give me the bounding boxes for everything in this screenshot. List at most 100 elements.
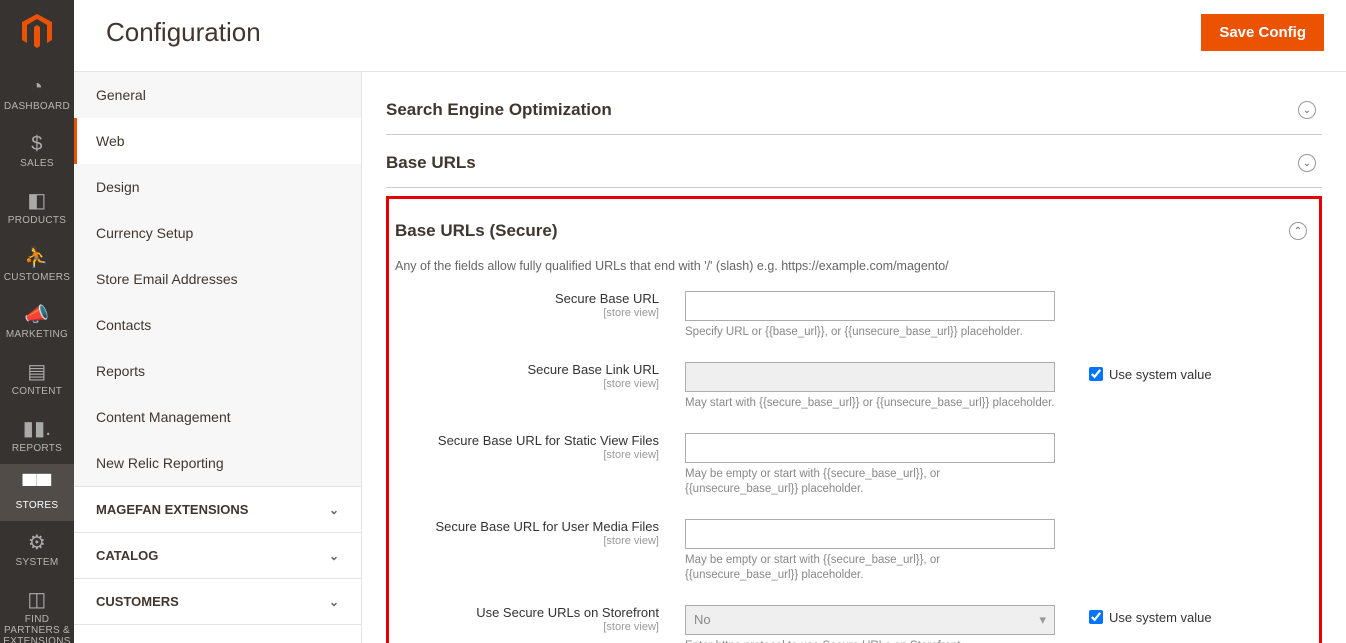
sidebar-item-store-email-addresses[interactable]: Store Email Addresses (74, 256, 361, 302)
nav-sales[interactable]: $ SALES (0, 122, 74, 179)
sidebar-group-magefan-extensions[interactable]: MAGEFAN EXTENSIONS ⌄ (74, 486, 361, 532)
field-label: Use Secure URLs on Storefront (476, 605, 659, 620)
sidebar-item-design[interactable]: Design (74, 164, 361, 210)
nav-content[interactable]: ▤ CONTENT (0, 350, 74, 407)
form-row-2: Secure Base URL for Static View Files[st… (395, 433, 1313, 497)
nav-stores[interactable]: ▀▀ STORES (0, 464, 74, 521)
field-scope: [store view] (395, 307, 659, 319)
input-0[interactable] (685, 291, 1055, 321)
chevron-down-icon: ⌄ (329, 503, 339, 517)
sidebar-group-customers[interactable]: CUSTOMERS ⌄ (74, 578, 361, 624)
chevron-down-icon: ⌄ (329, 595, 339, 609)
select-value: No (694, 612, 711, 627)
field-help: May be empty or start with {{secure_base… (685, 553, 1055, 583)
admin-left-nav: ◔ DASHBOARD $ SALES ◧ PRODUCTS ⛹ CUSTOMERS 📣 MARK… (0, 0, 74, 643)
page-title: Configuration (106, 17, 1201, 48)
nav-partners[interactable]: ◫FIND PARTNERS & EXTENSIONS (0, 578, 74, 643)
section-note: Any of the fields allow fully qualified … (395, 247, 1313, 291)
stores-icon: ▀▀ (0, 476, 74, 496)
marketing-icon: 📣 (0, 305, 74, 325)
field-help: Enter https protocol to use Secure URLs … (685, 639, 1055, 643)
config-sidebar: GeneralWebDesignCurrency SetupStore Emai… (74, 72, 362, 643)
input-1 (685, 362, 1055, 392)
page-header: Configuration Save Config (74, 0, 1346, 72)
magento-logo[interactable] (0, 0, 74, 65)
nav-label: DASHBOARD (0, 101, 74, 112)
nav-reports[interactable]: ▮▮. REPORTS (0, 407, 74, 464)
sales-icon: $ (0, 134, 74, 154)
use-system-value-wrap: Use system value (1055, 605, 1212, 625)
content-icon: ▤ (0, 362, 74, 382)
chevron-down-icon: ⌄ (329, 549, 339, 563)
sidebar-group-sales[interactable]: SALES⌄ (74, 624, 361, 643)
field-help: Specify URL or {{base_url}}, or {{unsecu… (685, 325, 1055, 340)
nav-label: CUSTOMERS (0, 272, 74, 283)
field-scope: [store view] (395, 535, 659, 547)
customers-icon: ⛹ (0, 248, 74, 268)
sidebar-item-general[interactable]: General (74, 72, 361, 118)
system-icon: ⚙ (0, 533, 74, 553)
section-base-urls[interactable]: Base URLs ⌄ (386, 135, 1322, 188)
field-label: Secure Base URL for Static View Files (438, 433, 659, 448)
save-config-button[interactable]: Save Config (1201, 14, 1324, 51)
field-help: May start with {{secure_base_url}} or {{… (685, 396, 1055, 411)
sidebar-item-content-management[interactable]: Content Management (74, 394, 361, 440)
nav-label: FIND PARTNERS & EXTENSIONS (0, 614, 74, 643)
chevron-down-icon: ⌄ (1298, 101, 1316, 119)
form-row-4: Use Secure URLs on Storefront[store view… (395, 605, 1313, 643)
section-base-urls-secure-highlight: Base URLs (Secure) ⌃ Any of the fields a… (386, 196, 1322, 643)
group-label: MAGEFAN EXTENSIONS (96, 502, 248, 517)
sidebar-item-web[interactable]: Web (74, 118, 361, 164)
chevron-up-icon: ⌃ (1289, 222, 1307, 240)
form-row-0: Secure Base URL[store view] Specify URL o… (395, 291, 1313, 340)
use-system-value-wrap: Use system value (1055, 362, 1212, 382)
nav-label: SYSTEM (0, 557, 74, 568)
section-title-base-urls-secure: Base URLs (Secure) (395, 221, 558, 241)
nav-customers[interactable]: ⛹ CUSTOMERS (0, 236, 74, 293)
field-label: Secure Base URL (555, 291, 659, 306)
nav-label: SALES (0, 158, 74, 169)
section-title-base-urls: Base URLs (386, 153, 476, 173)
nav-system[interactable]: ⚙ SYSTEM (0, 521, 74, 578)
field-label: Secure Base URL for User Media Files (436, 519, 660, 534)
form-row-3: Secure Base URL for User Media Files[sto… (395, 519, 1313, 583)
nav-label: REPORTS (0, 443, 74, 454)
select-4: No ▾ (685, 605, 1055, 635)
input-2[interactable] (685, 433, 1055, 463)
field-scope: [store view] (395, 449, 659, 461)
config-panel: Search Engine Optimization ⌄ Base URLs ⌄… (362, 72, 1346, 643)
use-system-value-checkbox[interactable] (1089, 610, 1103, 624)
nav-label: STORES (0, 500, 74, 511)
sidebar-item-contacts[interactable]: Contacts (74, 302, 361, 348)
field-scope: [store view] (395, 621, 659, 633)
use-system-value-checkbox[interactable] (1089, 367, 1103, 381)
input-3[interactable] (685, 519, 1055, 549)
reports-icon: ▮▮. (0, 419, 74, 439)
use-system-value-label: Use system value (1109, 610, 1212, 625)
use-system-value-label: Use system value (1109, 367, 1212, 382)
sidebar-group-catalog[interactable]: CATALOG ⌄ (74, 532, 361, 578)
nav-marketing[interactable]: 📣 MARKETING (0, 293, 74, 350)
section-base-urls-secure[interactable]: Base URLs (Secure) ⌃ (395, 203, 1313, 247)
dashboard-icon: ◔ (0, 77, 74, 97)
group-label: CATALOG (96, 548, 158, 563)
field-help: May be empty or start with {{secure_base… (685, 467, 1055, 497)
field-scope: [store view] (395, 378, 659, 390)
dropdown-icon: ▾ (1039, 612, 1046, 628)
nav-label: CONTENT (0, 386, 74, 397)
sidebar-item-currency-setup[interactable]: Currency Setup (74, 210, 361, 256)
nav-dashboard[interactable]: ◔ DASHBOARD (0, 65, 74, 122)
section-seo[interactable]: Search Engine Optimization ⌄ (386, 82, 1322, 135)
sidebar-item-new-relic-reporting[interactable]: New Relic Reporting (74, 440, 361, 486)
nav-label: PRODUCTS (0, 215, 74, 226)
field-label: Secure Base Link URL (527, 362, 659, 377)
chevron-down-icon: ⌄ (1298, 154, 1316, 172)
products-icon: ◧ (0, 191, 74, 211)
form-row-1: Secure Base Link URL[store view] May star… (395, 362, 1313, 411)
magento-icon (22, 14, 52, 48)
section-title-seo: Search Engine Optimization (386, 100, 612, 120)
nav-products[interactable]: ◧ PRODUCTS (0, 179, 74, 236)
nav-label: MARKETING (0, 329, 74, 340)
sidebar-item-reports[interactable]: Reports (74, 348, 361, 394)
group-label: CUSTOMERS (96, 594, 179, 609)
